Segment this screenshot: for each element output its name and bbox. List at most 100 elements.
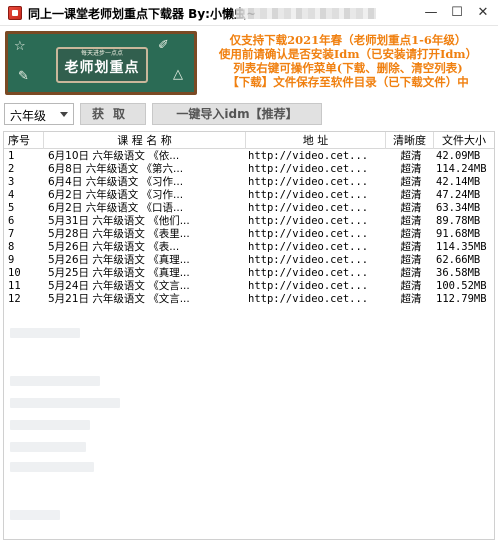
table-row[interactable]: 8 5月26日 六年级语文 《表... http://video.cet... … — [4, 241, 494, 254]
chevron-down-icon — [60, 112, 68, 117]
row-idx: 7 — [8, 228, 15, 240]
banner-title: 老师划重点 — [64, 60, 140, 76]
row-idx: 8 — [8, 241, 15, 253]
row-quality: 超清 — [400, 189, 422, 201]
pencil-doodle-icon: ✎ — [18, 69, 29, 84]
row-quality: 超清 — [400, 176, 422, 188]
window-title: 同上一课堂老师划重点下载器 By:小懒虫~ — [28, 7, 257, 21]
fetch-button[interactable]: 获取 — [80, 103, 146, 125]
row-idx: 12 — [8, 293, 21, 305]
row-size: 100.52MB — [436, 280, 487, 292]
row-name: 5月24日 六年级语文 《文言... — [48, 280, 190, 292]
row-url: http://video.cet... — [248, 280, 369, 292]
table-row[interactable]: 2 6月8日 六年级语文 《第六... http://video.cet... … — [4, 163, 494, 176]
title-bar: 同上一课堂老师划重点下载器 By:小懒虫~ — ☐ ✕ — [0, 0, 498, 26]
row-url: http://video.cet... — [248, 228, 369, 240]
background-artifacts — [4, 322, 494, 539]
row-idx: 9 — [8, 254, 15, 266]
row-quality: 超清 — [400, 280, 422, 292]
row-name: 6月10日 六年级语文 《依... — [48, 150, 180, 162]
ruler-doodle-icon: △ — [173, 67, 183, 82]
row-url: http://video.cet... — [248, 241, 369, 253]
row-size: 47.24MB — [436, 189, 481, 201]
table-row[interactable]: 5 6月2日 六年级语文 《口语... http://video.cet... … — [4, 202, 494, 215]
header-idx[interactable]: 序号 — [4, 132, 44, 149]
row-quality: 超清 — [400, 267, 422, 279]
grade-select-value: 六年级 — [10, 109, 47, 123]
row-size: 112.79MB — [436, 293, 487, 305]
grade-select[interactable]: 六年级 — [4, 103, 74, 125]
table-row[interactable]: 11 5月24日 六年级语文 《文言... http://video.cet..… — [4, 280, 494, 293]
table-row[interactable]: 4 6月2日 六年级语文 《习作... http://video.cet... … — [4, 189, 494, 202]
list-header: 序号 课 程 名 称 地 址 清晰度 文件大小 — [4, 132, 494, 149]
banner-small-text: 每天进步一点点 — [80, 50, 123, 57]
row-url: http://video.cet... — [248, 163, 369, 175]
row-quality: 超清 — [400, 150, 422, 162]
row-quality: 超清 — [400, 293, 422, 305]
row-quality: 超清 — [400, 163, 422, 175]
row-url: http://video.cet... — [248, 215, 369, 227]
row-name: 5月26日 六年级语文 《真理... — [48, 254, 190, 266]
table-row[interactable]: 9 5月26日 六年级语文 《真理... http://video.cet...… — [4, 254, 494, 267]
list-rows: 1 6月10日 六年级语文 《依... http://video.cet... … — [4, 150, 494, 306]
notice-line-3: 列表右键可操作菜单(下载、删除、清空列表) — [233, 61, 463, 75]
row-idx: 6 — [8, 215, 15, 227]
row-name: 6月4日 六年级语文 《习作... — [48, 176, 184, 188]
notice-panel: 仅支持下载2021年春（老师划重点1-6年级） 使用前请确认是否安装Idm（已安… — [200, 31, 496, 93]
app-icon — [8, 6, 22, 20]
notice-line-1: 仅支持下载2021年春（老师划重点1-6年级） — [229, 33, 467, 47]
row-idx: 5 — [8, 202, 15, 214]
row-name: 6月8日 六年级语文 《第六... — [48, 163, 184, 175]
row-name: 5月25日 六年级语文 《真理... — [48, 267, 190, 279]
header-quality[interactable]: 清晰度 — [386, 132, 434, 149]
row-size: 91.68MB — [436, 228, 481, 240]
row-name: 6月2日 六年级语文 《口语... — [48, 202, 184, 214]
row-size: 42.14MB — [436, 176, 481, 188]
row-size: 62.66MB — [436, 254, 481, 266]
table-row[interactable]: 3 6月4日 六年级语文 《习作... http://video.cet... … — [4, 176, 494, 189]
row-name: 5月21日 六年级语文 《文言... — [48, 293, 190, 305]
row-size: 114.24MB — [436, 163, 487, 175]
maximize-button[interactable]: ☐ — [446, 3, 468, 23]
row-url: http://video.cet... — [248, 150, 369, 162]
row-idx: 11 — [8, 280, 21, 292]
row-quality: 超清 — [400, 215, 422, 227]
row-url: http://video.cet... — [248, 293, 369, 305]
row-name: 6月2日 六年级语文 《习作... — [48, 189, 184, 201]
course-list[interactable]: 序号 课 程 名 称 地 址 清晰度 文件大小 1 6月10日 六年级语文 《依… — [3, 131, 495, 540]
row-size: 36.58MB — [436, 267, 481, 279]
book-doodle-icon: ✐ — [158, 38, 169, 53]
close-button[interactable]: ✕ — [472, 3, 494, 23]
row-name: 5月28日 六年级语文 《表里... — [48, 228, 190, 240]
minimize-button[interactable]: — — [420, 3, 442, 23]
row-idx: 1 — [8, 150, 15, 162]
header-size[interactable]: 文件大小 — [434, 132, 494, 149]
row-idx: 4 — [8, 189, 15, 201]
row-size: 42.09MB — [436, 150, 481, 162]
header-name[interactable]: 课 程 名 称 — [44, 132, 246, 149]
notice-line-2: 使用前请确认是否安装Idm（已安装请打开Idm） — [218, 47, 478, 61]
import-idm-button[interactable]: 一键导入idm【推荐】 — [152, 103, 322, 125]
redacted-title-area — [236, 8, 376, 19]
banner-board: 每天进步一点点 老师划重点 — [56, 47, 148, 83]
row-name: 5月26日 六年级语文 《表... — [48, 241, 180, 253]
table-row[interactable]: 12 5月21日 六年级语文 《文言... http://video.cet..… — [4, 293, 494, 306]
row-idx: 3 — [8, 176, 15, 188]
banner-image: ☆ ✎ ✐ △ 每天进步一点点 老师划重点 — [5, 31, 197, 95]
row-quality: 超清 — [400, 254, 422, 266]
row-size: 114.35MB — [436, 241, 487, 253]
row-size: 89.78MB — [436, 215, 481, 227]
row-quality: 超清 — [400, 241, 422, 253]
table-row[interactable]: 6 5月31日 六年级语文 《他们... http://video.cet...… — [4, 215, 494, 228]
table-row[interactable]: 10 5月25日 六年级语文 《真理... http://video.cet..… — [4, 267, 494, 280]
row-quality: 超清 — [400, 202, 422, 214]
row-name: 5月31日 六年级语文 《他们... — [48, 215, 190, 227]
table-row[interactable]: 1 6月10日 六年级语文 《依... http://video.cet... … — [4, 150, 494, 163]
notice-line-4: 【下载】文件保存至软件目录（已下载文件）中 — [227, 75, 469, 89]
row-idx: 2 — [8, 163, 15, 175]
table-row[interactable]: 7 5月28日 六年级语文 《表里... http://video.cet...… — [4, 228, 494, 241]
row-url: http://video.cet... — [248, 176, 369, 188]
row-url: http://video.cet... — [248, 254, 369, 266]
header-url[interactable]: 地 址 — [246, 132, 386, 149]
star-doodle-icon: ☆ — [14, 39, 26, 54]
